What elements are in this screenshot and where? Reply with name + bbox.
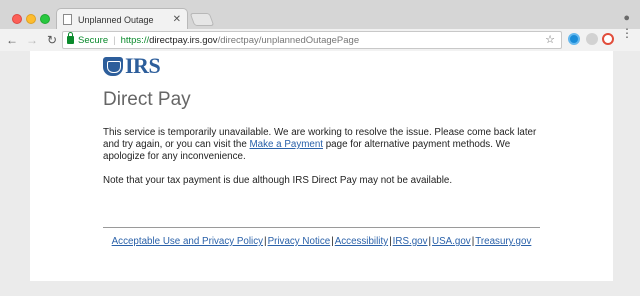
- address-bar[interactable]: Secure | https:// directpay.irs.gov /dir…: [62, 31, 562, 49]
- reload-icon[interactable]: ↻: [44, 33, 60, 47]
- close-tab-icon[interactable]: ✕: [173, 14, 181, 25]
- browser-chrome: Unplanned Outage ✕ ● ← → ↻ Secure | http…: [0, 0, 640, 51]
- link-separator: |: [389, 236, 392, 247]
- browser-toolbar: ← → ↻ Secure | https:// directpay.irs.go…: [0, 29, 640, 51]
- extension-icon[interactable]: [602, 33, 614, 45]
- maximize-window-button[interactable]: [40, 14, 50, 24]
- url-scheme: https://: [120, 34, 150, 46]
- url-path: /directpay/unplannedOutagePage: [217, 34, 360, 46]
- main-content: IRS Direct Pay This service is temporari…: [103, 55, 540, 248]
- url-host: directpay.irs.gov: [149, 34, 218, 46]
- treasury-gov-link[interactable]: Treasury.gov: [475, 236, 531, 247]
- privacy-notice-link[interactable]: Privacy Notice: [268, 236, 331, 247]
- link-separator: |: [471, 236, 475, 247]
- make-a-payment-link[interactable]: Make a Payment: [250, 139, 324, 150]
- page-icon: [63, 14, 72, 25]
- irs-gov-link[interactable]: IRS.gov: [393, 236, 428, 247]
- close-window-button[interactable]: [12, 14, 22, 24]
- extension-icon[interactable]: [568, 33, 580, 45]
- footer-links: Acceptable Use and Privacy Policy|Privac…: [103, 236, 540, 248]
- page-title: Direct Pay: [103, 89, 191, 110]
- link-separator: |: [428, 236, 432, 247]
- minimize-window-button[interactable]: [26, 14, 36, 24]
- title-bar: Unplanned Outage ✕ ●: [0, 0, 640, 30]
- new-tab-button[interactable]: [189, 13, 215, 26]
- footer-divider: [103, 227, 540, 228]
- browser-menu-icon[interactable]: ⋮: [621, 27, 633, 39]
- bookmark-star-icon[interactable]: ☆: [545, 33, 555, 46]
- logo-text: IRS: [125, 53, 161, 78]
- link-separator: |: [264, 236, 267, 247]
- outage-message: This service is temporarily unavailable.…: [103, 127, 540, 163]
- lock-icon: [67, 32, 74, 44]
- usa-gov-link[interactable]: USA.gov: [432, 236, 471, 247]
- irs-logo[interactable]: IRS: [103, 55, 540, 77]
- accessibility-link[interactable]: Accessibility: [335, 236, 388, 247]
- profile-icon[interactable]: ●: [623, 12, 630, 24]
- back-icon[interactable]: ←: [4, 33, 20, 47]
- omnibox-divider: |: [113, 34, 116, 46]
- eagle-icon: [103, 56, 123, 76]
- extension-icon[interactable]: [586, 33, 598, 45]
- page-body: IRS Direct Pay This service is temporari…: [30, 51, 613, 281]
- browser-tab[interactable]: Unplanned Outage ✕: [56, 8, 188, 30]
- acceptable-use-link[interactable]: Acceptable Use and Privacy Policy: [112, 236, 263, 247]
- payment-note: Note that your tax payment is due althou…: [103, 175, 453, 186]
- tab-title: Unplanned Outage: [78, 14, 154, 25]
- forward-icon[interactable]: →: [24, 33, 40, 47]
- browser-viewport: IRS Direct Pay This service is temporari…: [0, 51, 640, 296]
- link-separator: |: [331, 236, 334, 247]
- secure-label: Secure: [78, 34, 109, 46]
